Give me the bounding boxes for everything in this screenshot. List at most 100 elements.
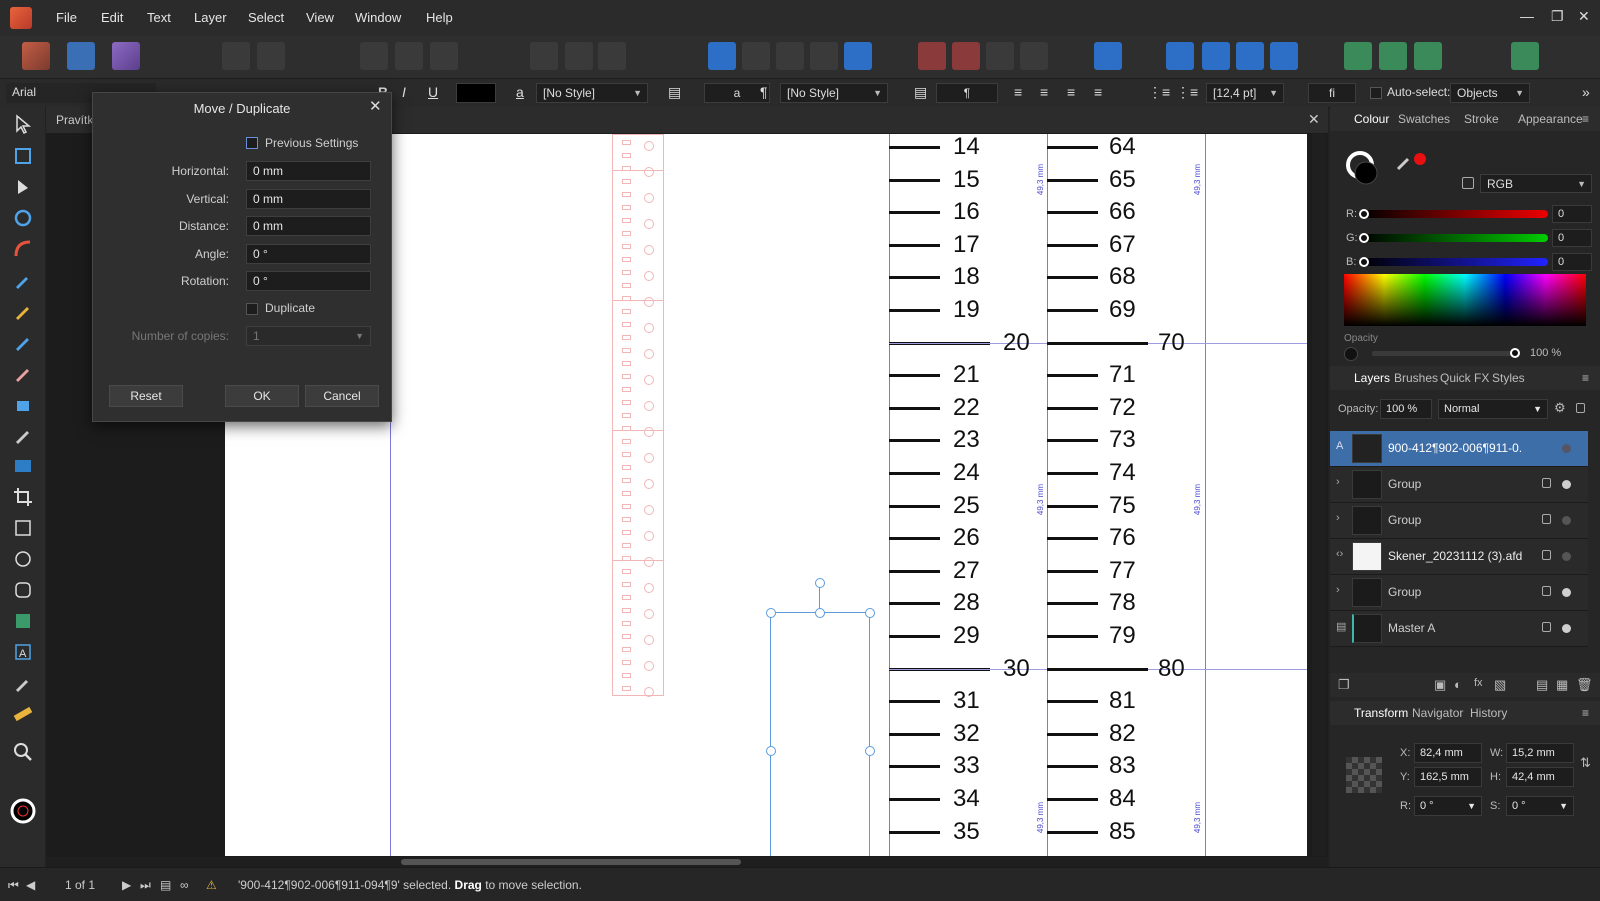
visibility-icon[interactable]	[1562, 624, 1571, 633]
pixel-brush-icon[interactable]	[12, 362, 34, 384]
boolean-divide-icon[interactable]	[844, 42, 872, 70]
layer-settings-icon[interactable]: ⚙	[1554, 400, 1566, 416]
menu-edit[interactable]: Edit	[101, 10, 123, 25]
artboard-tool-icon[interactable]	[12, 145, 34, 167]
tab-colour[interactable]: Colour	[1354, 112, 1389, 126]
align-center-icon[interactable]: ≡	[1040, 84, 1048, 100]
delete-layer-icon[interactable]: 🗑	[1576, 677, 1593, 693]
move-tool-icon[interactable]	[12, 113, 34, 135]
preflight-icon[interactable]	[1379, 42, 1407, 70]
menu-layer[interactable]: Layer	[194, 10, 227, 25]
layer-row[interactable]: ‹› Skener_20231112 (3).afd...	[1330, 539, 1588, 575]
tab-layers[interactable]: Layers	[1354, 371, 1390, 385]
r-slider[interactable]	[1359, 209, 1548, 219]
underline-icon[interactable]: U	[428, 84, 438, 100]
tab-history[interactable]: History	[1470, 706, 1507, 720]
link-icon[interactable]: ∞	[180, 878, 189, 892]
add-layer-icon[interactable]: ▤	[1536, 677, 1548, 693]
text-tool-icon[interactable]: A	[12, 641, 34, 663]
colour-spectrum[interactable]	[1344, 274, 1586, 326]
share-icon[interactable]	[1414, 42, 1442, 70]
reset-button[interactable]: Reset	[109, 385, 183, 407]
tab-stroke[interactable]: Stroke	[1464, 112, 1499, 126]
lock-icon[interactable]	[1542, 478, 1551, 488]
visibility-icon[interactable]	[1562, 516, 1571, 525]
next-page-icon[interactable]: ▶	[122, 878, 131, 892]
opacity-value[interactable]: 100 %	[1530, 347, 1561, 359]
rotation-input[interactable]: 0 °	[246, 271, 371, 291]
tab-swatches[interactable]: Swatches	[1398, 112, 1450, 126]
undo-red-icon[interactable]	[598, 42, 626, 70]
horizontal-scroll-thumb[interactable]	[401, 859, 741, 865]
fill-tool-icon[interactable]	[12, 393, 34, 415]
layer-row[interactable]: › Group	[1330, 575, 1588, 611]
layer-row[interactable]: ▤ Master A	[1330, 611, 1588, 647]
layer-name[interactable]: Master A	[1388, 621, 1523, 635]
flip-vertical-icon[interactable]	[1202, 42, 1230, 70]
lock-icon[interactable]	[1542, 550, 1551, 560]
image-tool-icon[interactable]	[12, 455, 34, 477]
layer-opacity-field[interactable]: 100 %	[1380, 399, 1432, 419]
rectangle-tool-icon[interactable]	[12, 517, 34, 539]
tab-brushes[interactable]: Brushes	[1394, 371, 1438, 385]
boolean-intersect-icon[interactable]	[776, 42, 804, 70]
menu-window[interactable]: Window	[355, 10, 401, 25]
align-right-icon[interactable]: ≡	[1067, 84, 1075, 100]
close-document-icon[interactable]: ✕	[1308, 111, 1320, 128]
distance-input[interactable]: 0 mm	[246, 216, 371, 236]
shear-field[interactable]: 0 ° ▼	[1506, 796, 1574, 816]
layer-name[interactable]: Group	[1388, 513, 1523, 527]
pen-tool-icon[interactable]	[12, 269, 34, 291]
last-page-icon[interactable]: ⏭	[140, 878, 151, 893]
layer-row[interactable]: › Group	[1330, 467, 1588, 503]
preferences-icon[interactable]	[222, 42, 250, 70]
visibility-icon[interactable]	[1562, 552, 1571, 561]
menu-view[interactable]: View	[306, 10, 334, 25]
account-icon[interactable]	[1511, 42, 1539, 70]
r-value[interactable]: 0	[1552, 205, 1592, 223]
numbered-list-icon[interactable]: ⋮≡	[1176, 84, 1198, 101]
mask-icon[interactable]: ▣	[1434, 677, 1446, 693]
snap-icon[interactable]	[360, 42, 388, 70]
ellipse-tool-icon[interactable]	[12, 548, 34, 570]
layer-name[interactable]: Group	[1388, 477, 1523, 491]
horizontal-input[interactable]: 0 mm	[246, 161, 371, 181]
paragraph-style-select[interactable]: [No Style] ▼	[780, 83, 888, 103]
snap-grid-icon[interactable]	[395, 42, 423, 70]
arrange-back-icon[interactable]	[918, 42, 946, 70]
flip-horizontal-icon[interactable]	[1166, 42, 1194, 70]
y-field[interactable]: 162,5 mm	[1414, 767, 1482, 787]
link-proportions-icon[interactable]: ⇅	[1580, 755, 1591, 771]
assistant-icon[interactable]	[1344, 42, 1372, 70]
tab-appearance[interactable]: Appearance	[1518, 112, 1583, 126]
rotate-right-icon[interactable]	[1270, 42, 1298, 70]
vertical-scrollbar[interactable]	[1312, 134, 1326, 856]
expand-chevron-icon[interactable]: ›	[1336, 512, 1340, 524]
boolean-add-icon[interactable]	[708, 42, 736, 70]
arrange-forward-icon[interactable]	[986, 42, 1014, 70]
italic-icon[interactable]: I	[402, 84, 406, 100]
vector-brush-icon[interactable]	[12, 331, 34, 353]
zoom-tool-icon[interactable]	[12, 741, 34, 763]
boolean-xor-icon[interactable]	[810, 42, 838, 70]
fill-stroke-circles-icon[interactable]	[1344, 149, 1384, 189]
x-field[interactable]: 82,4 mm	[1414, 743, 1482, 763]
menu-text[interactable]: Text	[147, 10, 171, 25]
restore-icon[interactable]: ❐	[1551, 8, 1564, 25]
opacity-slider-knob[interactable]	[1510, 348, 1520, 358]
text-wrap-icon[interactable]: ▤	[914, 84, 927, 101]
lock-icon[interactable]	[1542, 586, 1551, 596]
angle-input[interactable]: 0 °	[246, 244, 371, 264]
overflow-icon[interactable]: »	[1582, 84, 1590, 100]
r-slider-knob[interactable]	[1359, 209, 1369, 219]
fill-stroke-swatch-icon[interactable]	[9, 797, 37, 825]
leading-select[interactable]: [12,4 pt] ▼	[1206, 83, 1284, 103]
anchor-point-grid[interactable]	[1346, 757, 1382, 793]
h-field[interactable]: 42,4 mm	[1506, 767, 1574, 787]
copies-select[interactable]: 1 ▼	[246, 326, 371, 346]
photo-persona-icon[interactable]	[112, 42, 140, 70]
gear-tool-icon[interactable]	[12, 207, 34, 229]
character-style-select[interactable]: [No Style] ▼	[536, 83, 648, 103]
lock-icon[interactable]	[1542, 622, 1551, 632]
designer-persona-icon[interactable]	[22, 42, 50, 70]
